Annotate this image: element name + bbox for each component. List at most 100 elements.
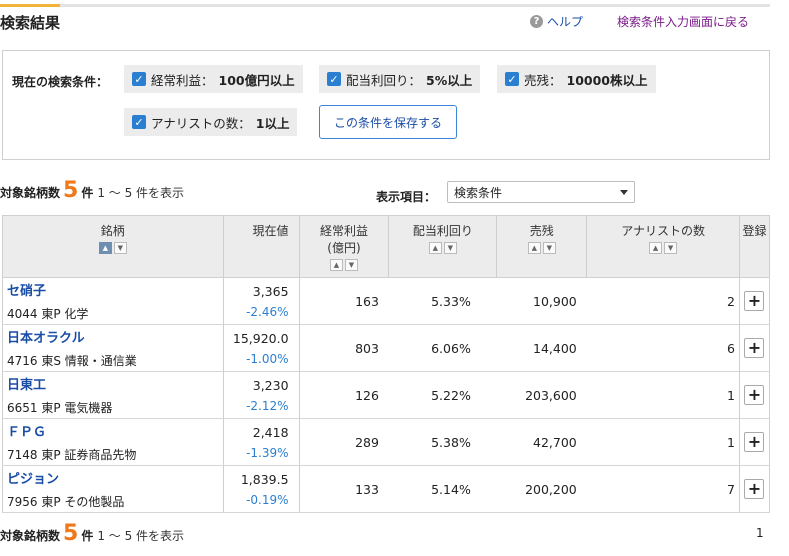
short-cell: 200,200 — [496, 465, 587, 513]
price-change: -2.46% — [246, 304, 289, 319]
checkbox-checked-icon[interactable]: ✓ — [327, 72, 341, 86]
condition-chip-analysts[interactable]: ✓ アナリストの数： 1以上 — [124, 108, 298, 136]
sort-controls: ▲ ▼ — [300, 259, 389, 271]
column-header-register: 登録 — [738, 215, 771, 278]
sort-desc-icon[interactable]: ▼ — [664, 242, 678, 254]
column-header-label: 銘柄 — [100, 224, 125, 238]
top-divider-accent — [0, 4, 60, 7]
price-cell: 3,230 -2.12% — [223, 371, 300, 419]
price-change: -0.19% — [246, 492, 289, 507]
current-price: 15,920.0 — [232, 330, 289, 346]
column-header-analysts: アナリストの数 ▲ ▼ — [586, 215, 740, 278]
back-to-search-link[interactable]: 検索条件入力画面に戻る — [617, 13, 749, 30]
sort-desc-icon[interactable]: ▼ — [113, 242, 127, 254]
current-price: 1,839.5 — [240, 471, 289, 487]
stock-cell: ピジョン 7956 東P その他製品 — [2, 465, 224, 513]
sort-asc-icon[interactable]: ▲ — [527, 242, 541, 254]
condition-name: 経常利益： — [151, 72, 214, 88]
analysts-cell: 1 — [586, 418, 740, 466]
column-header-label: 売残 — [529, 224, 554, 238]
short-cell: 42,700 — [496, 418, 587, 466]
result-count-top: 対象銘柄数 5 件 1 〜 5 件を表示 — [0, 180, 184, 202]
sort-asc-icon[interactable]: ▲ — [428, 242, 442, 254]
sort-controls: ▲ ▼ — [587, 242, 739, 254]
column-header-label: 経常利益 — [319, 224, 368, 238]
sort-asc-icon[interactable]: ▲ — [329, 259, 343, 271]
condition-name: アナリストの数： — [151, 115, 251, 131]
plus-icon[interactable]: + — [744, 291, 765, 311]
register-cell: + — [738, 465, 771, 513]
plus-icon[interactable]: + — [744, 432, 765, 452]
stock-code-market: 7148 東P 証券商品先物 — [7, 448, 137, 462]
stock-code-market: 7956 東P その他製品 — [7, 495, 125, 509]
yield-cell: 5.38% — [388, 418, 497, 466]
stock-code-market: 4044 東P 化学 — [7, 307, 89, 321]
condition-name: 配当利回り： — [346, 72, 422, 88]
stock-cell: ＦＰＧ 7148 東P 証券商品先物 — [2, 418, 224, 466]
display-items-select[interactable]: 検索条件 — [447, 181, 635, 203]
top-divider — [0, 4, 770, 7]
table-row: 日東工 6651 東P 電気機器 3,230 -2.12% 126 5.22% 203,60… — [2, 371, 771, 419]
plus-icon[interactable]: + — [744, 338, 765, 358]
plus-icon[interactable]: + — [744, 479, 765, 499]
stock-cell: 日本オラクル 4716 東S 情報・通信業 — [2, 324, 224, 372]
help-icon: ? — [530, 15, 543, 28]
condition-chip-short[interactable]: ✓ 売残： 10000株以上 — [497, 65, 656, 93]
result-range: 1 〜 5 件を表示 — [97, 186, 185, 200]
stock-name-link[interactable]: ピジョン — [7, 468, 223, 487]
sort-controls: ▲ ▼ — [497, 242, 586, 254]
sort-controls: ▲ ▼ — [389, 242, 496, 254]
result-count-unit: 件 — [81, 529, 94, 543]
table-row: セ硝子 4044 東P 化学 3,365 -2.46% 163 5.33% 10,900 2 + — [2, 277, 771, 325]
yield-cell: 5.22% — [388, 371, 497, 419]
price-change: -1.00% — [246, 351, 289, 366]
display-items-value: 検索条件 — [454, 185, 503, 200]
page-number[interactable]: 1 — [756, 526, 764, 540]
result-count-bottom: 対象銘柄数 5 件 1 〜 5 件を表示 — [0, 523, 184, 545]
price-cell: 1,839.5 -0.19% — [223, 465, 300, 513]
analysts-cell: 2 — [586, 277, 740, 325]
price-cell: 15,920.0 -1.00% — [223, 324, 300, 372]
checkbox-checked-icon[interactable]: ✓ — [132, 115, 146, 129]
condition-chip-profit[interactable]: ✓ 経常利益： 100億円以上 — [124, 65, 303, 93]
column-header-price: 現在値 — [222, 215, 300, 278]
stock-name-link[interactable]: ＦＰＧ — [7, 421, 223, 440]
profit-cell: 126 — [299, 371, 389, 419]
price-cell: 3,365 -2.46% — [223, 277, 300, 325]
condition-chip-yield[interactable]: ✓ 配当利回り： 5%以上 — [319, 65, 481, 93]
yield-cell: 5.14% — [388, 465, 497, 513]
yield-cell: 6.06% — [388, 324, 497, 372]
short-cell: 10,900 — [496, 277, 587, 325]
column-header-label: 配当利回り — [412, 224, 473, 238]
save-conditions-button[interactable]: この条件を保存する — [319, 105, 457, 139]
result-range: 1 〜 5 件を表示 — [97, 529, 185, 543]
help-link[interactable]: ? ヘルプ — [530, 13, 583, 30]
current-price: 3,365 — [252, 283, 289, 299]
stock-code-market: 6651 東P 電気機器 — [7, 401, 113, 415]
sort-desc-icon[interactable]: ▼ — [443, 242, 457, 254]
sort-desc-icon[interactable]: ▼ — [344, 259, 358, 271]
help-link-label: ヘルプ — [547, 15, 584, 29]
stock-cell: セ硝子 4044 東P 化学 — [2, 277, 224, 325]
yield-cell: 5.33% — [388, 277, 497, 325]
analysts-cell: 1 — [586, 371, 740, 419]
stock-name-link[interactable]: 日東工 — [7, 374, 223, 393]
checkbox-checked-icon[interactable]: ✓ — [132, 72, 146, 86]
sort-desc-icon[interactable]: ▼ — [542, 242, 556, 254]
short-cell: 14,400 — [496, 324, 587, 372]
price-change: -1.39% — [246, 445, 289, 460]
stock-name-link[interactable]: 日本オラクル — [7, 327, 223, 346]
column-header-unit: (億円) — [327, 241, 361, 255]
checkbox-checked-icon[interactable]: ✓ — [505, 72, 519, 86]
condition-value: 100億円以上 — [218, 72, 295, 88]
condition-name: 売残： — [524, 72, 562, 88]
plus-icon[interactable]: + — [744, 385, 765, 405]
result-count-unit: 件 — [81, 186, 94, 200]
stock-name-link[interactable]: セ硝子 — [7, 280, 223, 299]
condition-value: 10000株以上 — [566, 72, 648, 88]
sort-asc-icon[interactable]: ▲ — [98, 242, 112, 254]
price-change: -2.12% — [246, 398, 289, 413]
sort-asc-icon[interactable]: ▲ — [649, 242, 663, 254]
register-cell: + — [738, 418, 771, 466]
result-count-number: 5 — [63, 178, 79, 203]
